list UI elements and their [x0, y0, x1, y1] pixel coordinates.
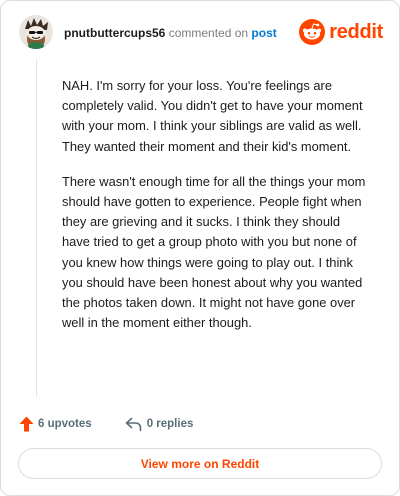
- upvote-arrow-icon: [19, 416, 34, 432]
- comment-actions: 6 upvotes 0 replies: [19, 414, 193, 434]
- reddit-snoo-icon: [299, 19, 326, 45]
- comment-paragraph: NAH. I'm sorry for your loss. You're fee…: [62, 78, 363, 154]
- thread-line[interactable]: [36, 59, 37, 397]
- snoo-avatar-icon: [19, 15, 53, 49]
- reddit-brand-link[interactable]: reddit: [299, 18, 383, 46]
- upvote-button[interactable]: 6 upvotes: [19, 416, 92, 432]
- comment-header: pnutbuttercups56 commented on post reddi…: [19, 15, 383, 51]
- comment-paragraph: There wasn't enough time for all the thi…: [62, 173, 366, 331]
- post-link[interactable]: post: [251, 26, 276, 40]
- upvote-count: 6 upvotes: [38, 418, 92, 430]
- comment-meta: pnutbuttercups56 commented on post: [64, 26, 277, 40]
- reddit-wordmark: reddit: [329, 20, 383, 43]
- commented-on-text: commented on: [168, 26, 249, 40]
- view-more-button[interactable]: View more on Reddit: [18, 448, 382, 479]
- comment-embed-card: pnutbuttercups56 commented on post reddi…: [0, 0, 400, 496]
- username-link[interactable]: pnutbuttercups56: [64, 26, 165, 40]
- user-avatar[interactable]: [19, 15, 53, 49]
- comment-body: NAH. I'm sorry for your loss. You're fee…: [62, 76, 368, 348]
- reply-arrow-icon: [125, 417, 141, 431]
- reply-button[interactable]: 0 replies: [125, 417, 194, 432]
- reply-count: 0 replies: [146, 418, 194, 430]
